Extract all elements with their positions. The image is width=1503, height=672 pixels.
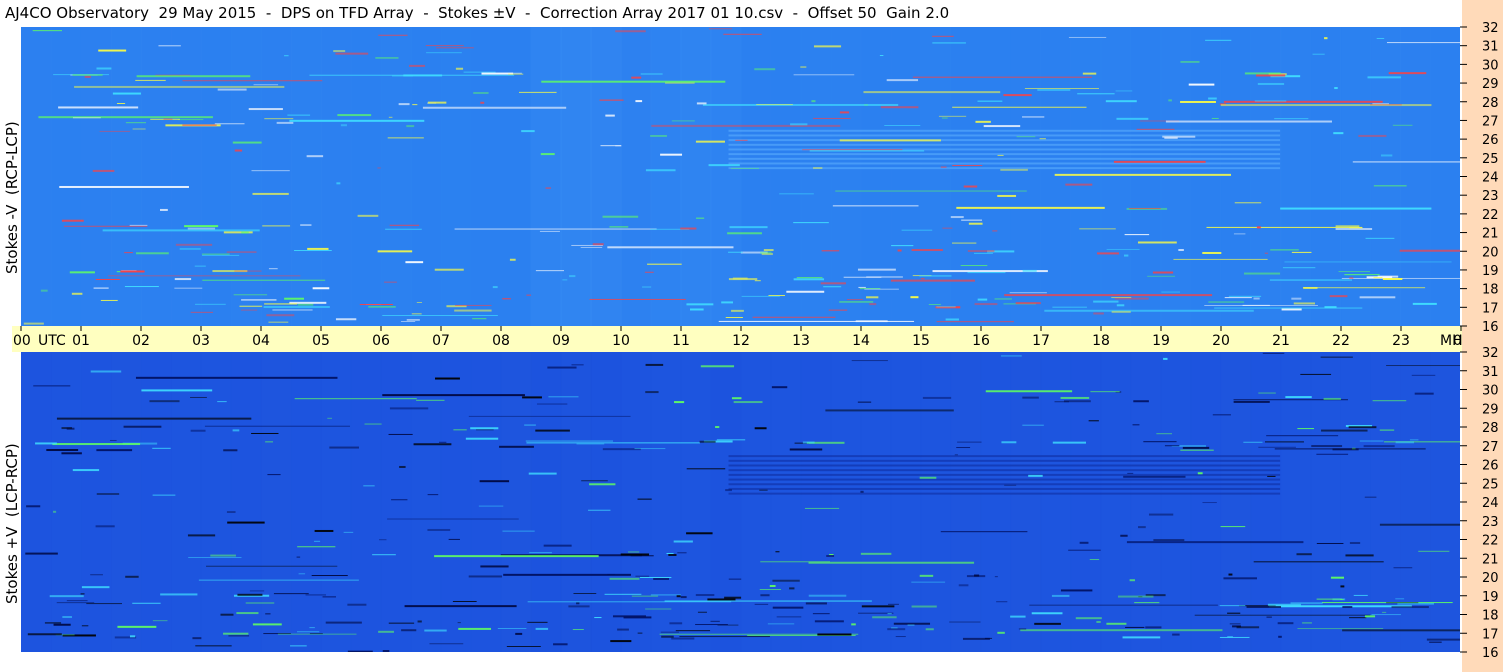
freq-tick-label: 16 [1482,320,1499,335]
freq-tick-label: 19 [1482,264,1499,279]
freq-tick-label: 19 [1482,590,1499,605]
freq-tick-label: 27 [1482,440,1499,455]
freq-tick-label: 20 [1482,571,1499,586]
freq-tick-label: 29 [1482,402,1499,417]
freq-tick-label: 20 [1482,245,1499,260]
freq-tick-label: 28 [1482,421,1499,436]
freq-tick-label: 27 [1482,114,1499,129]
freq-tick-label: 25 [1482,152,1499,167]
freq-tick-label: 24 [1482,496,1499,511]
freq-tick-label: 25 [1482,477,1499,492]
freq-tick-label: 23 [1482,515,1499,530]
freq-tick-label: 22 [1482,208,1499,223]
freq-tick-label: 26 [1482,459,1499,474]
freq-tick-label: 30 [1482,58,1499,73]
freq-tick-label: 18 [1482,283,1499,298]
freq-tick-label: 23 [1482,189,1499,204]
freq-tick-label: 31 [1482,365,1499,380]
freq-tick-label: 31 [1482,40,1499,55]
freq-tick-label: 32 [1482,346,1499,361]
freq-tick-label: 21 [1482,227,1499,242]
frequency-axis: 16 17 18 19 20 21 22 23 24 25 26 27 28 29 30 31 32 16 17 18… [1460,21,1499,661]
freq-tick-label: 26 [1482,133,1499,148]
freq-tick-label: 30 [1482,384,1499,399]
freq-tick-label: 22 [1482,534,1499,549]
freq-tick-label: 32 [1482,21,1499,36]
freq-tick-label: 16 [1482,646,1499,661]
freq-tick-label: 17 [1482,301,1499,316]
freq-tick-label: 24 [1482,171,1499,186]
freq-tick-label: 18 [1482,609,1499,624]
freq-tick-label: 28 [1482,96,1499,111]
freq-tick-label: 29 [1482,77,1499,92]
freq-tick-label: 17 [1482,627,1499,642]
freq-tick-label: 21 [1482,552,1499,567]
